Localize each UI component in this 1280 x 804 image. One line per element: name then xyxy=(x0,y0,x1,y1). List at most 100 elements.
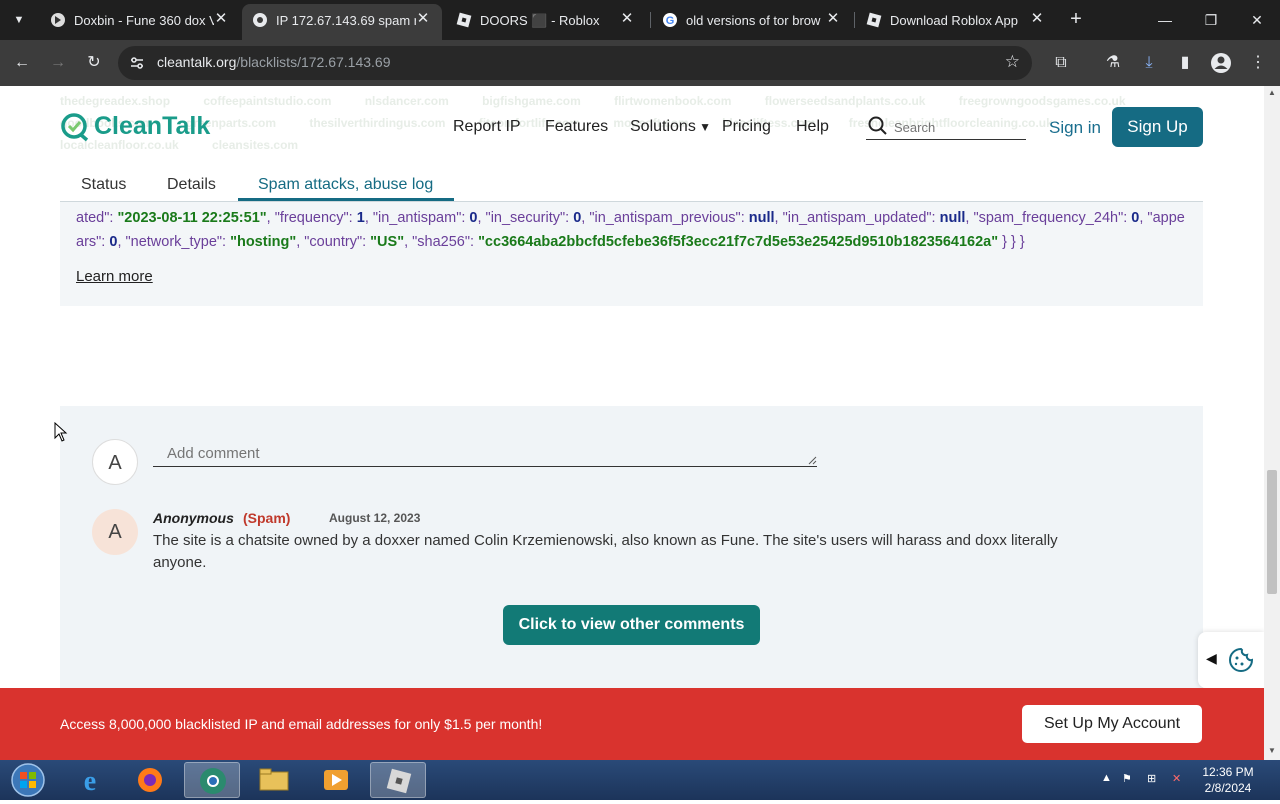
address-bar[interactable]: cleantalk.org/blacklists/172.67.143.69 ☆ xyxy=(118,46,1032,80)
taskbar-firefox[interactable] xyxy=(122,762,178,798)
browser-tab[interactable]: Doxbin - Fune 360 dox V ✕ xyxy=(40,4,240,36)
system-clock[interactable]: 12:36 PM 2/8/2024 xyxy=(1198,764,1258,796)
tab-title: old versions of tor brow xyxy=(686,13,821,28)
view-other-comments-button[interactable]: Click to view other comments xyxy=(503,605,760,645)
media-player-icon xyxy=(324,770,348,790)
firefox-icon xyxy=(138,768,162,792)
nav-report-ip[interactable]: Report IP xyxy=(453,118,521,136)
network-icon[interactable]: ⊞ xyxy=(1147,772,1156,785)
search-icon[interactable] xyxy=(868,116,888,136)
promo-banner: Access 8,000,000 blacklisted IP and emai… xyxy=(0,688,1264,760)
set-up-account-button[interactable]: Set Up My Account xyxy=(1022,705,1202,743)
resize-grip-icon[interactable] xyxy=(808,456,817,465)
tray-expand-icon[interactable]: ▲ xyxy=(1101,772,1112,784)
page-scrollbar[interactable]: ▲ ▼ xyxy=(1264,86,1280,760)
nav-help[interactable]: Help xyxy=(796,118,829,136)
scroll-down-icon[interactable]: ▼ xyxy=(1267,746,1277,755)
spam-badge: (Spam) xyxy=(243,510,291,526)
start-button-icon[interactable] xyxy=(8,762,48,798)
nav-features[interactable]: Features xyxy=(545,118,608,136)
site-search xyxy=(866,114,1026,140)
nav-solutions-label: Solutions xyxy=(630,118,696,135)
json-appears-value: 0 xyxy=(109,234,118,250)
json-in-security-value: 0 xyxy=(573,210,582,226)
tab-status[interactable]: Status xyxy=(81,176,126,194)
windows-taskbar: e ▲ ⚑ ⊞ ✕ 12:36 PM 2/8/2024 xyxy=(0,760,1280,800)
taskbar-roblox[interactable] xyxy=(370,762,426,798)
nav-pricing[interactable]: Pricing xyxy=(722,118,771,136)
url-text: cleantalk.org/blacklists/172.67.143.69 xyxy=(157,54,391,70)
json-spam-frequency-value: 0 xyxy=(1131,210,1140,226)
scroll-up-icon[interactable]: ▲ xyxy=(1267,88,1277,97)
add-comment-field[interactable] xyxy=(153,441,817,467)
minimize-icon[interactable]: — xyxy=(1142,8,1188,32)
close-tab-icon[interactable]: ✕ xyxy=(1028,10,1046,28)
close-tab-icon[interactable]: ✕ xyxy=(618,10,636,28)
forward-arrow-icon[interactable]: → xyxy=(45,50,71,76)
tab-separator xyxy=(650,12,651,28)
new-tab-icon[interactable]: + xyxy=(1064,8,1088,32)
comment-date: August 12, 2023 xyxy=(329,511,421,525)
close-tab-icon[interactable]: ✕ xyxy=(824,10,842,28)
cookie-settings-widget[interactable]: ◀ xyxy=(1198,632,1264,688)
bookmark-star-icon[interactable]: ☆ xyxy=(1005,52,1020,72)
json-sha256-value: "cc3664aba2bbcfd5cfebe36f5f3ecc21f7c7d5e… xyxy=(478,234,999,250)
search-input[interactable] xyxy=(894,116,1022,138)
close-tab-icon[interactable]: ✕ xyxy=(212,10,230,28)
taskbar-media-player[interactable] xyxy=(308,762,364,798)
tab-separator xyxy=(854,12,855,28)
json-updated-value: "2023-08-11 22:25:51" xyxy=(117,210,267,226)
nav-solutions[interactable]: Solutions ▼ xyxy=(630,118,711,136)
reload-icon[interactable]: ↻ xyxy=(81,50,107,76)
caret-left-icon: ◀ xyxy=(1206,650,1217,666)
labs-flask-icon[interactable]: ⚗ xyxy=(1100,50,1126,76)
learn-more-link[interactable]: Learn more xyxy=(76,268,153,285)
promo-text: Access 8,000,000 blacklisted IP and emai… xyxy=(60,716,543,732)
comment-text: The site is a chatsite owned by a doxxer… xyxy=(153,532,1058,571)
clock-date: 2/8/2024 xyxy=(1204,781,1252,795)
json-output: ated": "2023-08-11 22:25:51", "frequency… xyxy=(76,210,1185,250)
site-info-icon[interactable] xyxy=(128,54,146,72)
browser-menu-icon[interactable]: ⋮ xyxy=(1245,50,1271,76)
logo-text: CleanTalk xyxy=(94,112,211,140)
extensions-icon[interactable]: ⧉ xyxy=(1048,50,1074,76)
tab-title: IP 172.67.143.69 spam r xyxy=(276,13,416,28)
browser-toolbar: ← → ↻ cleantalk.org/blacklists/172.67.14… xyxy=(0,40,1280,86)
tab-title: Doxbin - Fune 360 dox V xyxy=(74,13,214,28)
roblox-favicon-icon xyxy=(866,12,882,28)
taskbar-file-explorer[interactable] xyxy=(246,762,302,798)
browser-tab[interactable]: DOORS ⬛ - Roblox ✕ xyxy=(446,4,646,36)
google-favicon-icon: G xyxy=(663,13,677,27)
doxbin-favicon-icon xyxy=(51,13,65,27)
cookie-icon xyxy=(1229,647,1254,672)
tab-search-button[interactable]: ▼ xyxy=(6,8,32,32)
tab-title: DOORS ⬛ - Roblox xyxy=(480,13,600,28)
cleantalk-logo-icon xyxy=(61,113,89,142)
browser-tab[interactable]: Download Roblox App ✕ xyxy=(856,4,1056,36)
url-host: cleantalk.org xyxy=(157,54,237,70)
close-window-icon[interactable]: ✕ xyxy=(1234,8,1280,32)
sign-up-button[interactable]: Sign Up xyxy=(1112,107,1203,147)
back-arrow-icon[interactable]: ← xyxy=(9,50,35,76)
taskbar-chrome[interactable] xyxy=(184,762,240,798)
taskbar-internet-explorer[interactable]: e xyxy=(62,762,118,798)
tab-details[interactable]: Details xyxy=(167,176,216,194)
svg-text:G: G xyxy=(666,15,675,27)
restore-icon[interactable]: ❐ xyxy=(1188,8,1234,32)
side-panel-icon[interactable]: ▮ xyxy=(1172,50,1198,76)
action-center-flag-icon[interactable]: ⚑ xyxy=(1122,772,1132,785)
json-in-antispam-value: 0 xyxy=(469,210,478,226)
browser-tab-strip: ▼ Doxbin - Fune 360 dox V ✕ IP 172.67.14… xyxy=(0,0,1280,40)
tab-spam-log[interactable]: Spam attacks, abuse log xyxy=(258,176,433,194)
mouse-cursor-icon xyxy=(54,422,68,442)
downloads-icon[interactable]: ⤓ xyxy=(1136,50,1162,76)
profile-avatar-icon[interactable] xyxy=(1208,50,1234,76)
scrollbar-thumb[interactable] xyxy=(1267,470,1277,594)
volume-muted-icon[interactable]: ✕ xyxy=(1172,772,1181,785)
sign-in-link[interactable]: Sign in xyxy=(1049,118,1101,138)
browser-tab-active[interactable]: IP 172.67.143.69 spam r ✕ xyxy=(242,4,442,40)
tab-title: Download Roblox App xyxy=(890,13,1018,28)
close-tab-icon[interactable]: ✕ xyxy=(414,10,432,28)
browser-tab[interactable]: G old versions of tor brow ✕ xyxy=(652,4,852,36)
avatar: A xyxy=(92,509,138,555)
